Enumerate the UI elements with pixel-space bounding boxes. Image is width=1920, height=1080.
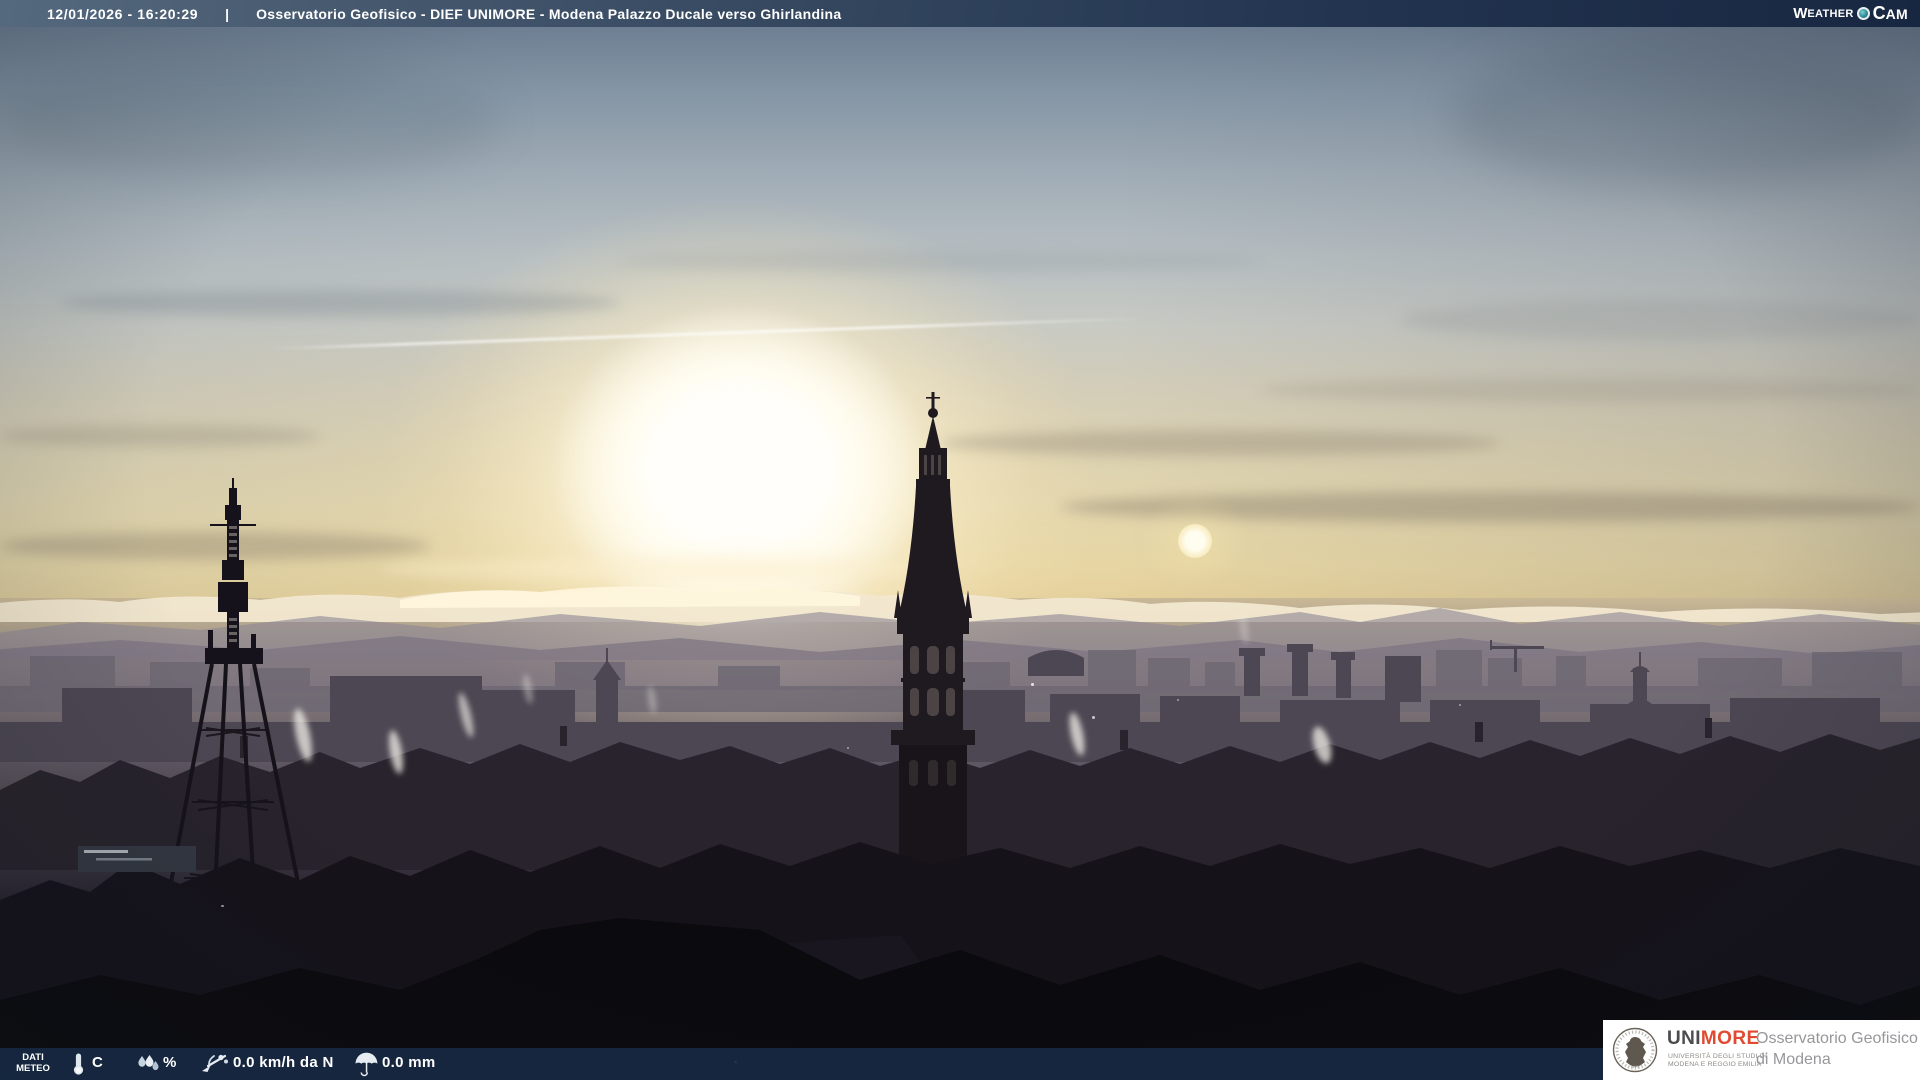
university-subtitle: UNIVERSITÀ DEGLI STUDI DI MODENA E REGGI…	[1668, 1053, 1767, 1068]
humidity-drops-icon	[136, 1055, 161, 1074]
observatory-name: Osservatorio Geofisico di Modena	[1756, 1028, 1918, 1070]
webcam-view: 12/01/2026 - 16:20:29 | Osservatorio Geo…	[0, 0, 1920, 1080]
svg-text:1175: 1175	[1631, 1064, 1641, 1069]
unimore-footer-logo: 1175 UNIMORE UNIVERSITÀ DEGLI STUDI DI M…	[1603, 1020, 1920, 1080]
thermometer-icon	[72, 1053, 85, 1076]
page-title: Osservatorio Geofisico - DIEF UNIMORE - …	[256, 6, 841, 22]
unimore-wordmark: UNIMORE	[1667, 1028, 1760, 1050]
brand-cam-rest: AM	[1886, 6, 1908, 22]
humidity-value: %	[163, 1054, 177, 1071]
vignette	[0, 27, 1920, 1080]
rain-value: 0.0 mm	[382, 1054, 436, 1071]
wind-anemometer-icon	[200, 1053, 228, 1075]
brand-weather-rest: EATHER	[1807, 8, 1853, 20]
brand-cam-initial: C	[1873, 3, 1886, 24]
dati-meteo-label: DATI METEO	[10, 1052, 56, 1074]
wind-value: 0.0 km/h da N	[233, 1054, 334, 1071]
weathercam-logo: WEATHER CAM	[1793, 0, 1908, 27]
timestamp: 12/01/2026 - 16:20:29	[47, 6, 198, 22]
weathercam-lens-icon	[1857, 7, 1870, 20]
brand-weather-initial: W	[1793, 5, 1807, 22]
separator: |	[225, 6, 229, 22]
weather-data-bar: DATI METEO C % 0.0 km/h da N 0.0 mm	[0, 1048, 1603, 1080]
unimore-seal-icon: 1175	[1612, 1027, 1658, 1073]
header-bar: 12/01/2026 - 16:20:29 | Osservatorio Geo…	[0, 0, 1920, 27]
rain-umbrella-icon	[355, 1052, 378, 1077]
temperature-value: C	[92, 1054, 103, 1071]
